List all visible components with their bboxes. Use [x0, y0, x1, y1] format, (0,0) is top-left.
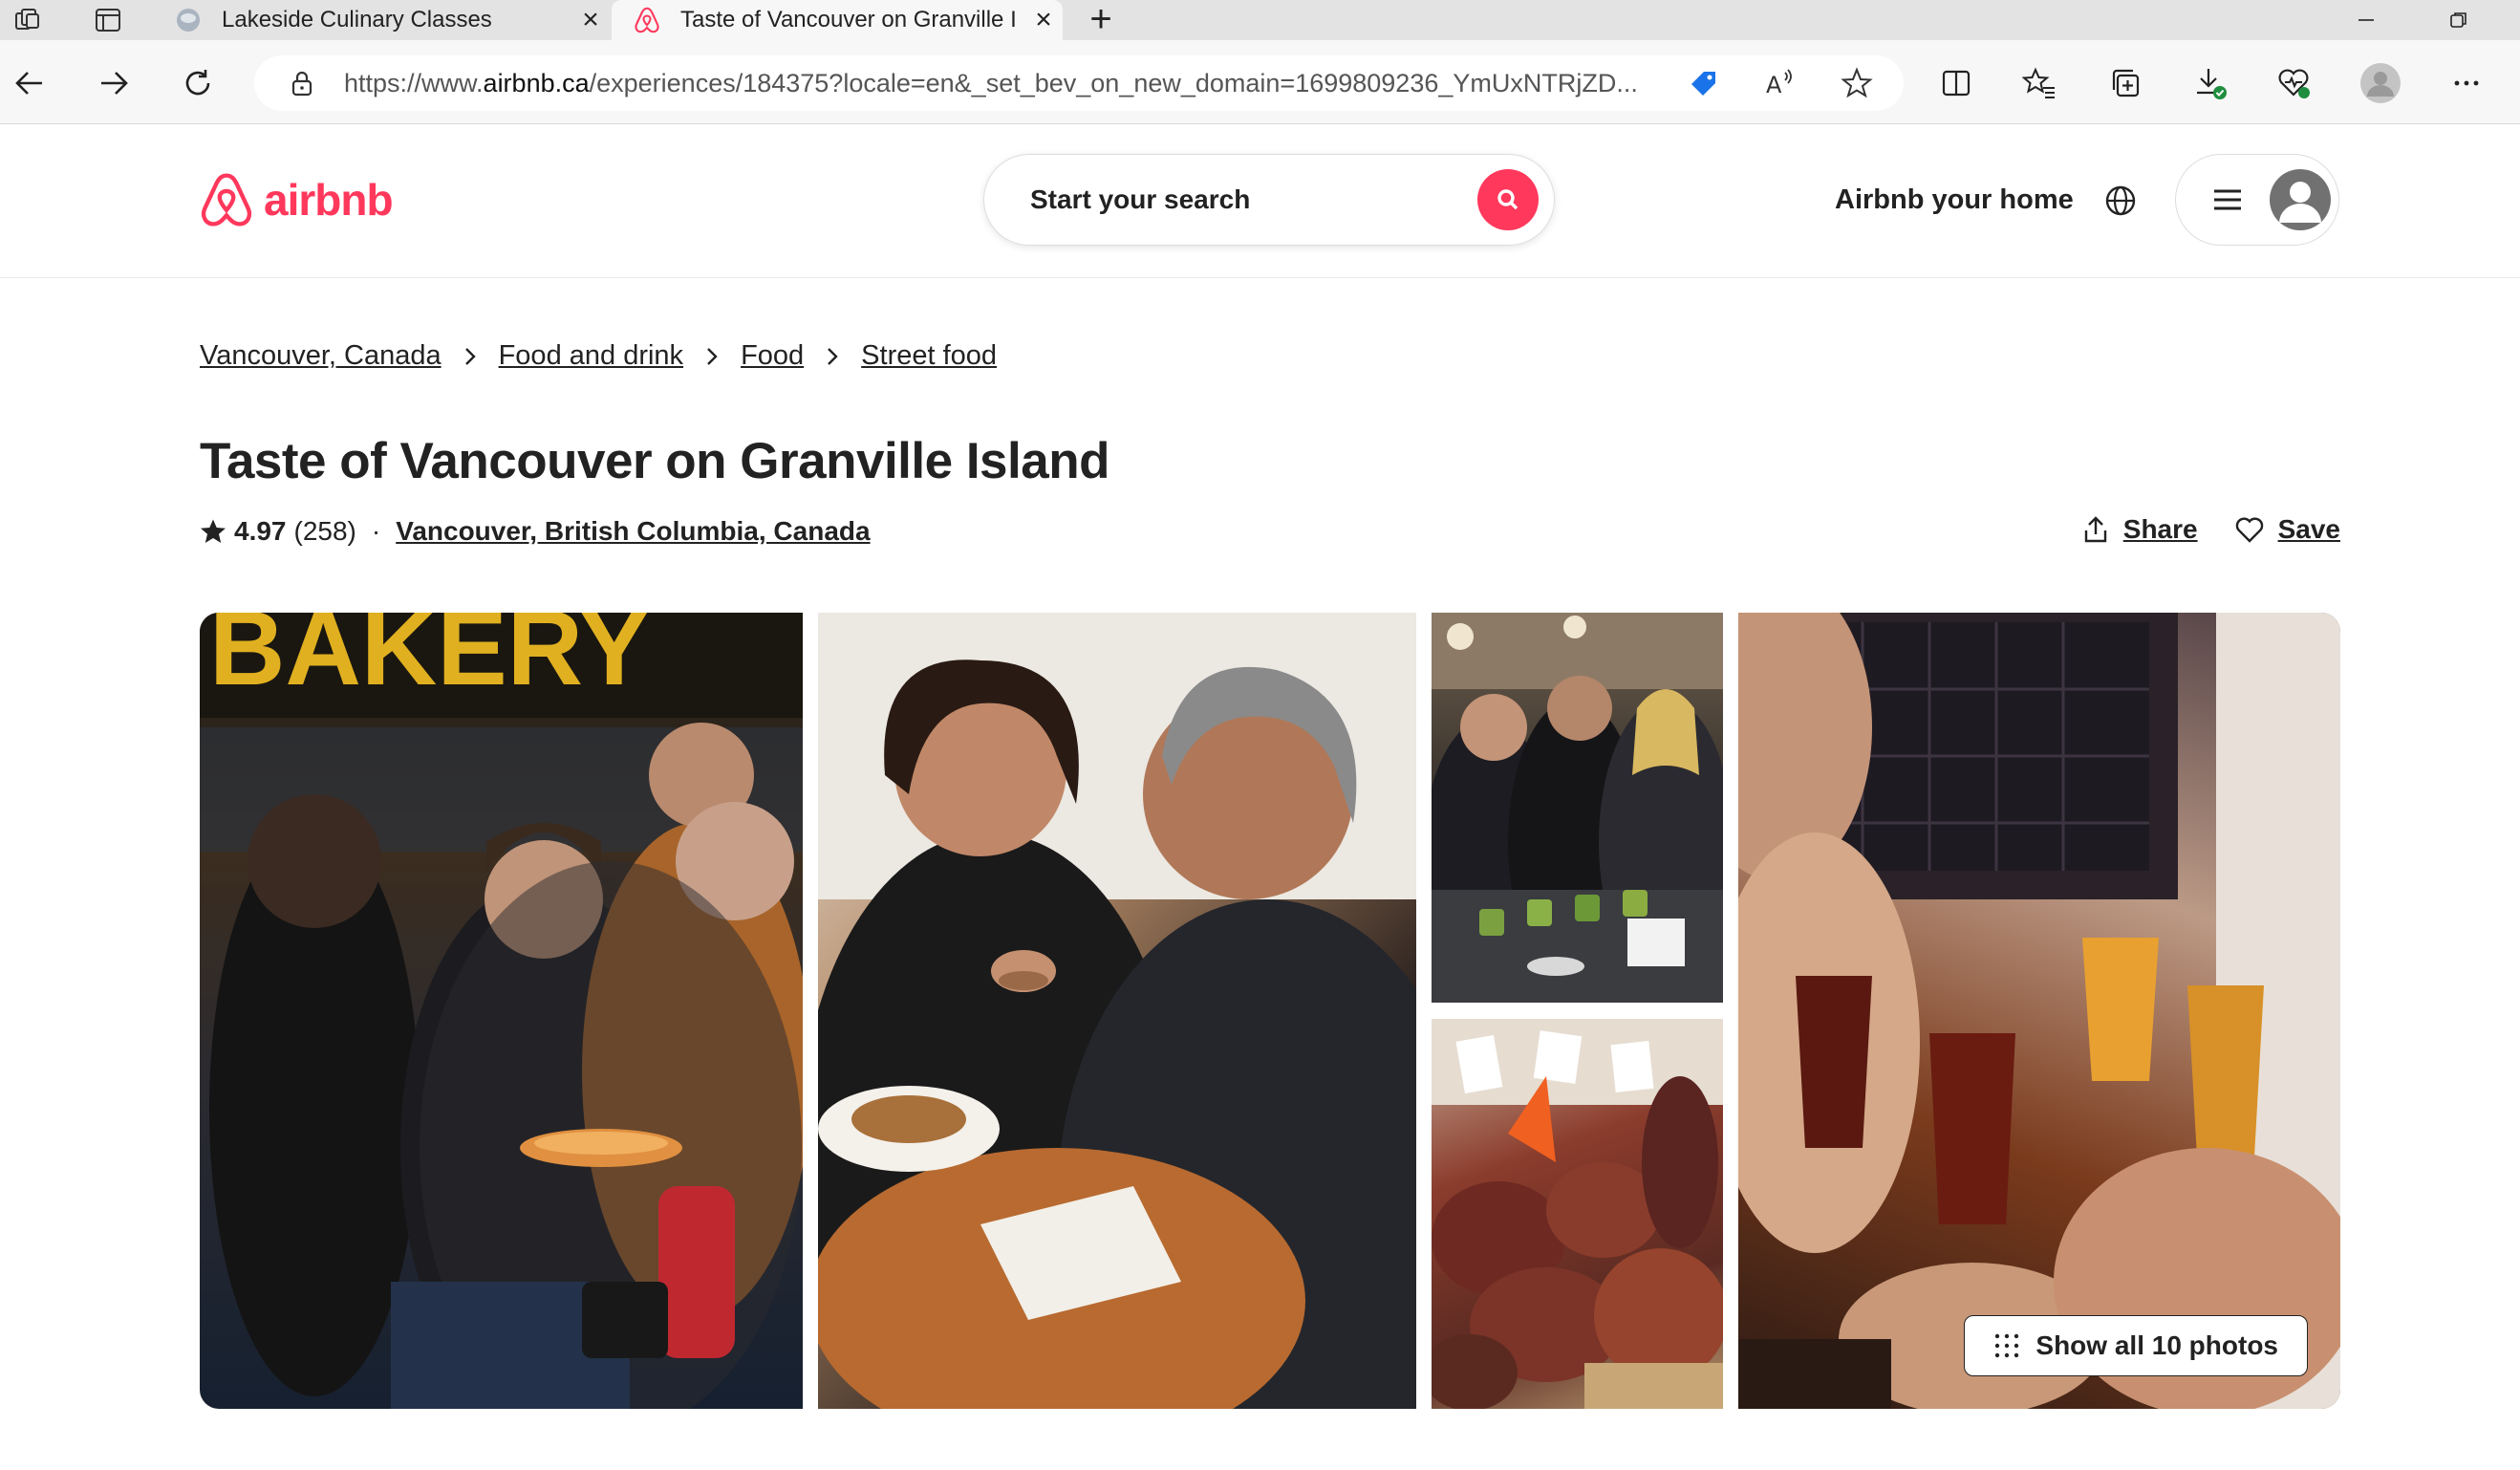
breadcrumb-food-and-drink[interactable]: Food and drink — [499, 340, 683, 372]
downloads-icon[interactable] — [2188, 61, 2232, 105]
user-avatar-icon — [2270, 169, 2331, 230]
forward-arrow-icon[interactable] — [92, 61, 136, 105]
globe-icon[interactable] — [2100, 181, 2141, 221]
refresh-icon[interactable] — [176, 61, 220, 105]
svg-text:BAKERY: BAKERY — [209, 613, 649, 707]
browser-essentials-icon[interactable] — [2272, 61, 2316, 105]
user-menu-button[interactable] — [2175, 154, 2339, 246]
hamburger-menu-icon — [2214, 189, 2241, 210]
meta-separator: · — [371, 516, 381, 546]
breadcrumb-street-food[interactable]: Street food — [861, 340, 997, 372]
tab-title: Taste of Vancouver on Granville I — [680, 7, 1017, 32]
airbnb-your-home-link[interactable]: Airbnb your home — [1835, 184, 2074, 216]
restore-window-icon[interactable] — [2430, 0, 2488, 40]
search-bar[interactable]: Start your search — [983, 154, 1555, 246]
show-all-photos-label: Show all 10 photos — [2035, 1330, 2278, 1360]
search-placeholder: Start your search — [1030, 184, 1251, 214]
read-aloud-icon[interactable]: A — [1758, 61, 1802, 105]
airbnb-logo-icon — [201, 173, 252, 227]
photo-gallery: BAKERY Show all 10 photos — [200, 613, 2340, 1409]
collections-icon[interactable] — [2103, 61, 2147, 105]
favorite-star-icon[interactable] — [1835, 61, 1879, 105]
airbnb-favicon-icon — [633, 6, 661, 34]
chevron-right-icon — [704, 346, 720, 367]
airbnb-logo[interactable]: airbnb — [199, 169, 394, 230]
search-button[interactable] — [1477, 169, 1539, 230]
breadcrumb-food[interactable]: Food — [741, 340, 804, 372]
gallery-photo-3[interactable] — [1432, 613, 1723, 1003]
back-arrow-icon[interactable] — [8, 61, 52, 105]
chevron-right-icon — [825, 346, 840, 367]
review-count[interactable]: (258) — [294, 516, 356, 547]
profile-avatar-icon[interactable] — [2358, 61, 2402, 105]
lock-icon[interactable] — [283, 69, 321, 97]
share-icon — [2084, 516, 2106, 543]
gallery-photo-1[interactable]: BAKERY — [200, 613, 803, 1409]
breadcrumb-vancouver[interactable]: Vancouver, Canada — [200, 340, 442, 372]
shopping-tag-icon[interactable] — [1682, 61, 1726, 105]
browser-tab-strip: Lakeside Culinary Classes × Taste of Van… — [0, 0, 2520, 40]
show-all-photos-button[interactable]: Show all 10 photos — [1964, 1315, 2308, 1376]
close-tab-icon[interactable]: × — [571, 1, 610, 39]
share-label: Share — [2122, 514, 2198, 544]
star-icon — [201, 519, 226, 543]
tab-actions-icon[interactable] — [86, 4, 130, 36]
url-text: https://www.airbnb.ca/experiences/184375… — [344, 68, 1638, 97]
save-label: Save — [2277, 514, 2340, 544]
svg-text:A: A — [1766, 72, 1782, 98]
browser-toolbar: https://www.airbnb.ca/experiences/184375… — [0, 40, 2520, 124]
site-header: airbnb Start your search Airbnb your hom… — [0, 125, 2520, 278]
logo-wordmark: airbnb — [264, 175, 394, 225]
search-icon — [1497, 189, 1518, 210]
minimize-window-icon[interactable] — [2337, 0, 2395, 40]
location-link[interactable]: Vancouver, British Columbia, Canada — [396, 516, 870, 547]
gallery-photo-2[interactable] — [818, 613, 1416, 1409]
tab-lakeside-culinary[interactable]: Lakeside Culinary Classes × — [153, 0, 610, 40]
tab-taste-of-vancouver[interactable]: Taste of Vancouver on Granville I × — [612, 0, 1063, 40]
grid-dots-icon — [1995, 1333, 2019, 1358]
tab-title: Lakeside Culinary Classes — [222, 7, 492, 32]
close-tab-icon[interactable]: × — [1024, 1, 1063, 39]
gallery-photo-4[interactable] — [1432, 1019, 1723, 1409]
more-menu-icon[interactable] — [2445, 61, 2488, 105]
workspaces-icon[interactable] — [6, 4, 50, 36]
favorites-icon[interactable] — [2017, 61, 2061, 105]
listing-meta: 4.97 (258) · Vancouver, British Columbia… — [200, 516, 871, 547]
breadcrumb: Vancouver, Canada Food and drink Food St… — [200, 340, 997, 372]
chevron-right-icon — [463, 346, 478, 367]
site-favicon-icon — [174, 6, 203, 34]
heart-icon — [2235, 517, 2263, 543]
split-screen-icon[interactable] — [1934, 61, 1978, 105]
address-bar[interactable]: https://www.airbnb.ca/experiences/184375… — [254, 55, 1904, 111]
new-tab-button[interactable]: + — [1082, 0, 1120, 38]
page-title: Taste of Vancouver on Granville Island — [200, 433, 1109, 489]
listing-actions: Share Save — [2045, 514, 2340, 545]
gallery-photo-5[interactable]: Show all 10 photos — [1738, 613, 2340, 1409]
rating-value: 4.97 — [234, 516, 287, 546]
share-button[interactable]: Share — [2081, 514, 2198, 545]
save-button[interactable]: Save — [2234, 514, 2340, 545]
